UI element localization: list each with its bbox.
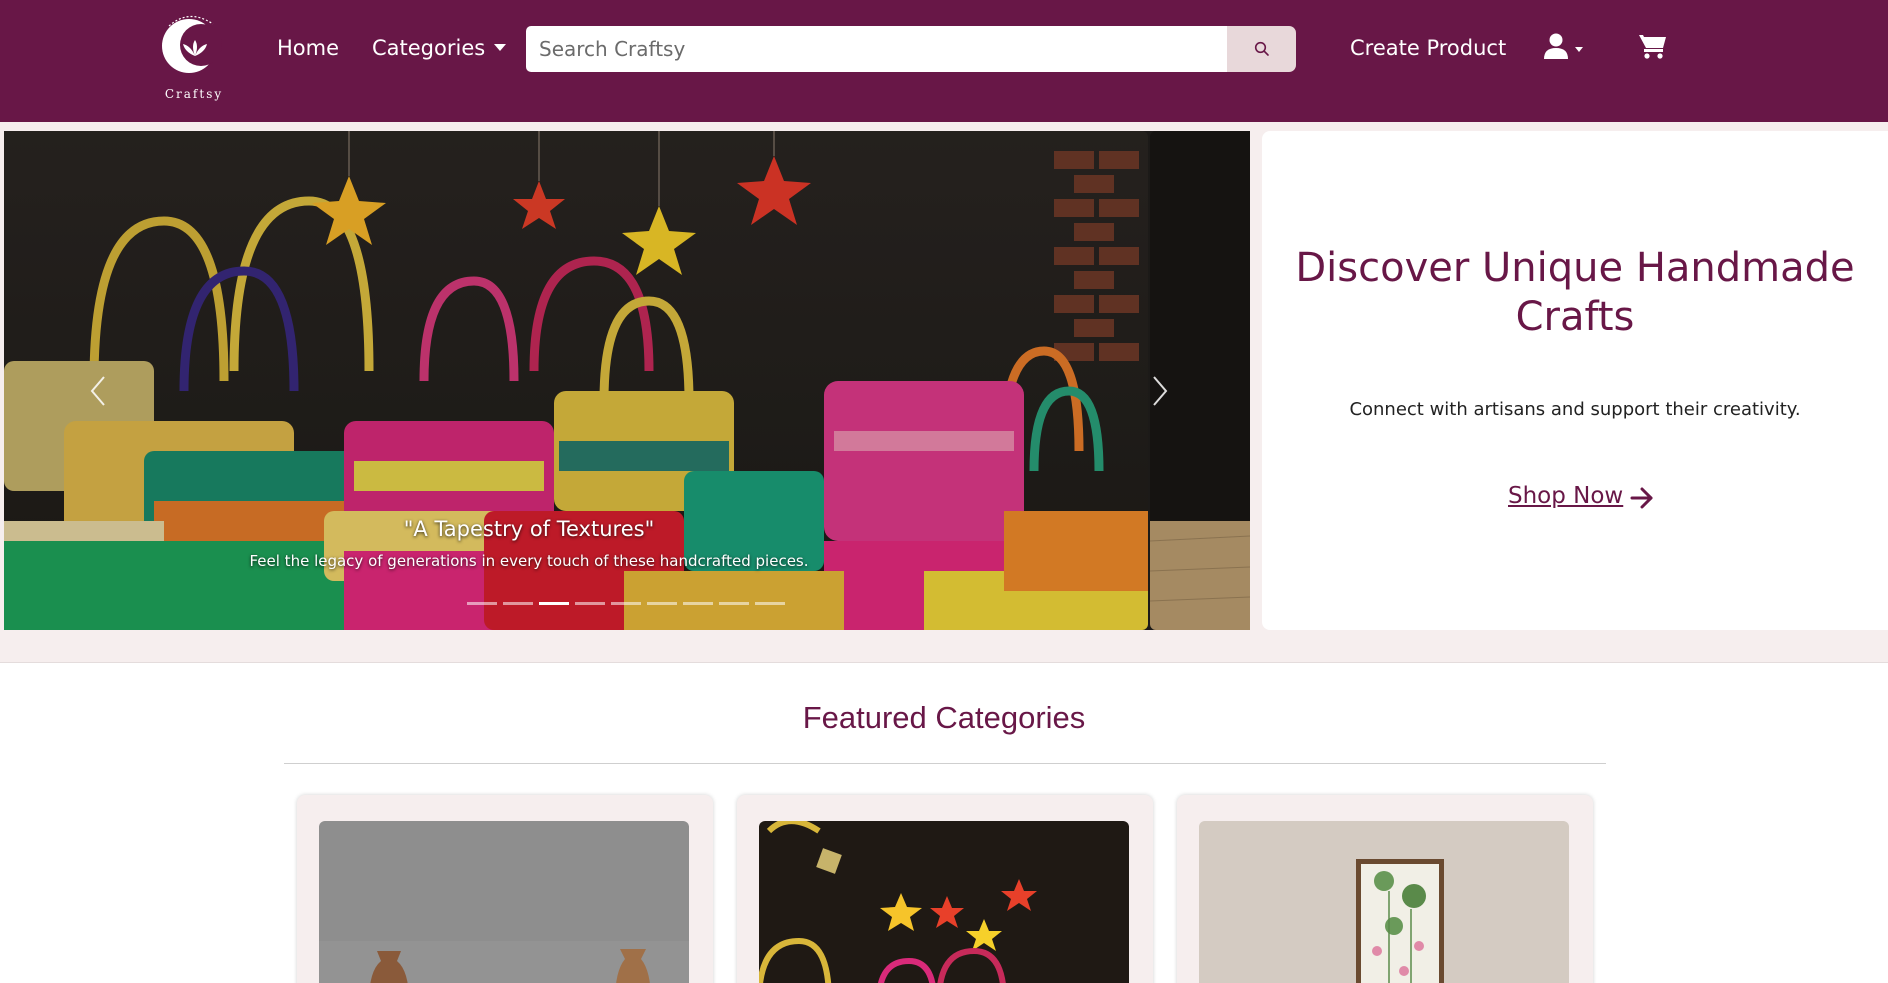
user-menu[interactable] [1544, 32, 1588, 62]
hero-carousel[interactable]: "A Tapestry of Textures" Feel the legacy… [4, 131, 1250, 630]
caret-down-icon [494, 44, 507, 51]
carousel-indicator[interactable] [467, 602, 497, 605]
search-bar [526, 26, 1296, 72]
navbar: Craftsy Home Categories Create Product [0, 0, 1888, 122]
shop-now-link[interactable]: Shop Now [1508, 483, 1623, 509]
carousel-indicator[interactable] [719, 602, 749, 605]
chevron-left-icon [90, 376, 105, 406]
featured-categories-section: Featured Categories [0, 662, 1888, 983]
category-card[interactable] [1177, 795, 1593, 983]
carousel-caption-text: Feel the legacy of generations in every … [249, 552, 809, 570]
promo-text: Connect with artisans and support their … [1349, 399, 1801, 420]
cart-button[interactable] [1638, 32, 1668, 60]
nav-home[interactable]: Home [277, 36, 339, 60]
category-image [1199, 821, 1569, 983]
carousel-indicator[interactable] [683, 602, 713, 605]
carousel-indicator[interactable] [539, 602, 569, 605]
category-card[interactable] [297, 795, 713, 983]
carousel-next-button[interactable] [1144, 371, 1174, 411]
cart-icon [1639, 35, 1666, 59]
carousel-indicator[interactable] [575, 602, 605, 605]
carousel-indicator[interactable] [611, 602, 641, 605]
nav-categories-dropdown[interactable]: Categories [372, 36, 507, 60]
nav-categories-label: Categories [372, 36, 486, 60]
search-icon [1254, 41, 1269, 56]
svg-text:Craftsy: Craftsy [165, 87, 223, 101]
chevron-right-icon [1153, 376, 1168, 406]
search-button[interactable] [1227, 26, 1296, 72]
carousel-indicator[interactable] [503, 602, 533, 605]
arrow-right-icon[interactable] [1630, 487, 1654, 509]
promo-card: Discover Unique Handmade Crafts Connect … [1262, 131, 1888, 630]
carousel-indicator[interactable] [755, 602, 785, 605]
featured-categories-title: Featured Categories [802, 700, 1086, 735]
category-image [759, 821, 1129, 983]
section-divider [284, 763, 1606, 764]
user-icon [1544, 33, 1568, 59]
brand-logo[interactable]: Craftsy [155, 12, 233, 104]
brand-wordmark: Craftsy [165, 87, 223, 101]
search-input[interactable] [526, 26, 1227, 72]
carousel-indicator[interactable] [647, 602, 677, 605]
promo-title: Discover Unique Handmade Crafts [1295, 245, 1855, 340]
carousel-caption-title: "A Tapestry of Textures" [403, 517, 655, 541]
caret-down-icon [1575, 47, 1583, 52]
nav-create-product[interactable]: Create Product [1350, 36, 1506, 60]
carousel-indicators [467, 602, 785, 608]
category-image [319, 821, 689, 983]
category-card[interactable] [737, 795, 1153, 983]
carousel-prev-button[interactable] [84, 371, 114, 411]
